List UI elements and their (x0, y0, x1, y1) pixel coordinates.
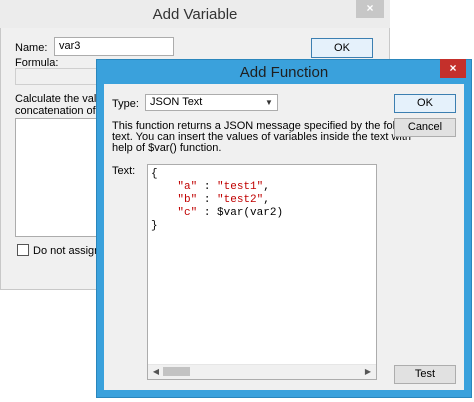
do-not-assign-checkbox[interactable] (17, 244, 29, 256)
cancel-button[interactable]: Cancel (394, 118, 456, 137)
json-code: { "a" : "test1", "b" : "test2", "c" : $v… (151, 168, 283, 233)
add-variable-ok-button[interactable]: OK (311, 38, 373, 58)
test-button[interactable]: Test (394, 365, 456, 384)
concatenation-text-area[interactable] (15, 118, 97, 237)
add-variable-close-button[interactable]: × (356, 0, 384, 18)
add-function-close-button[interactable]: × (440, 59, 466, 78)
code-separator: : (197, 207, 218, 219)
name-input[interactable]: var3 (54, 37, 174, 56)
code-comma: , (263, 181, 270, 193)
text-label: Text: (112, 165, 136, 177)
code-separator: : (197, 181, 218, 193)
description-line-1: Calculate the value (15, 93, 97, 105)
code-value-c: $var(var2) (217, 207, 284, 219)
ok-button[interactable]: OK (394, 94, 456, 113)
name-label: Name: (15, 42, 48, 54)
code-key-a: "a" (177, 181, 198, 193)
scroll-right-icon[interactable]: ▶ (362, 366, 374, 377)
add-variable-description: Calculate the valueconcatenation of th (15, 93, 97, 117)
type-label: Type: (112, 98, 139, 110)
formula-field[interactable] (15, 68, 105, 85)
description-line-2: concatenation of th (15, 105, 97, 117)
scroll-left-icon[interactable]: ◀ (150, 366, 162, 377)
add-variable-title: Add Variable (152, 6, 238, 23)
add-function-title: Add Function (239, 64, 329, 81)
scrollbar-thumb[interactable] (163, 367, 190, 376)
function-description: This function returns a JSON message spe… (112, 120, 426, 154)
code-comma: , (263, 194, 270, 206)
do-not-assign-label: Do not assign va (33, 245, 97, 257)
code-key-c: "c" (177, 207, 198, 219)
code-value-a: "test1" (217, 181, 264, 193)
code-key-b: "b" (177, 194, 198, 206)
code-value-b: "test2" (217, 194, 264, 206)
chevron-down-icon[interactable]: ▼ (262, 95, 276, 110)
code-open-brace: { (151, 168, 158, 180)
code-close-brace: } (151, 220, 158, 232)
type-select-value: JSON Text (150, 96, 203, 108)
code-separator: : (197, 194, 218, 206)
